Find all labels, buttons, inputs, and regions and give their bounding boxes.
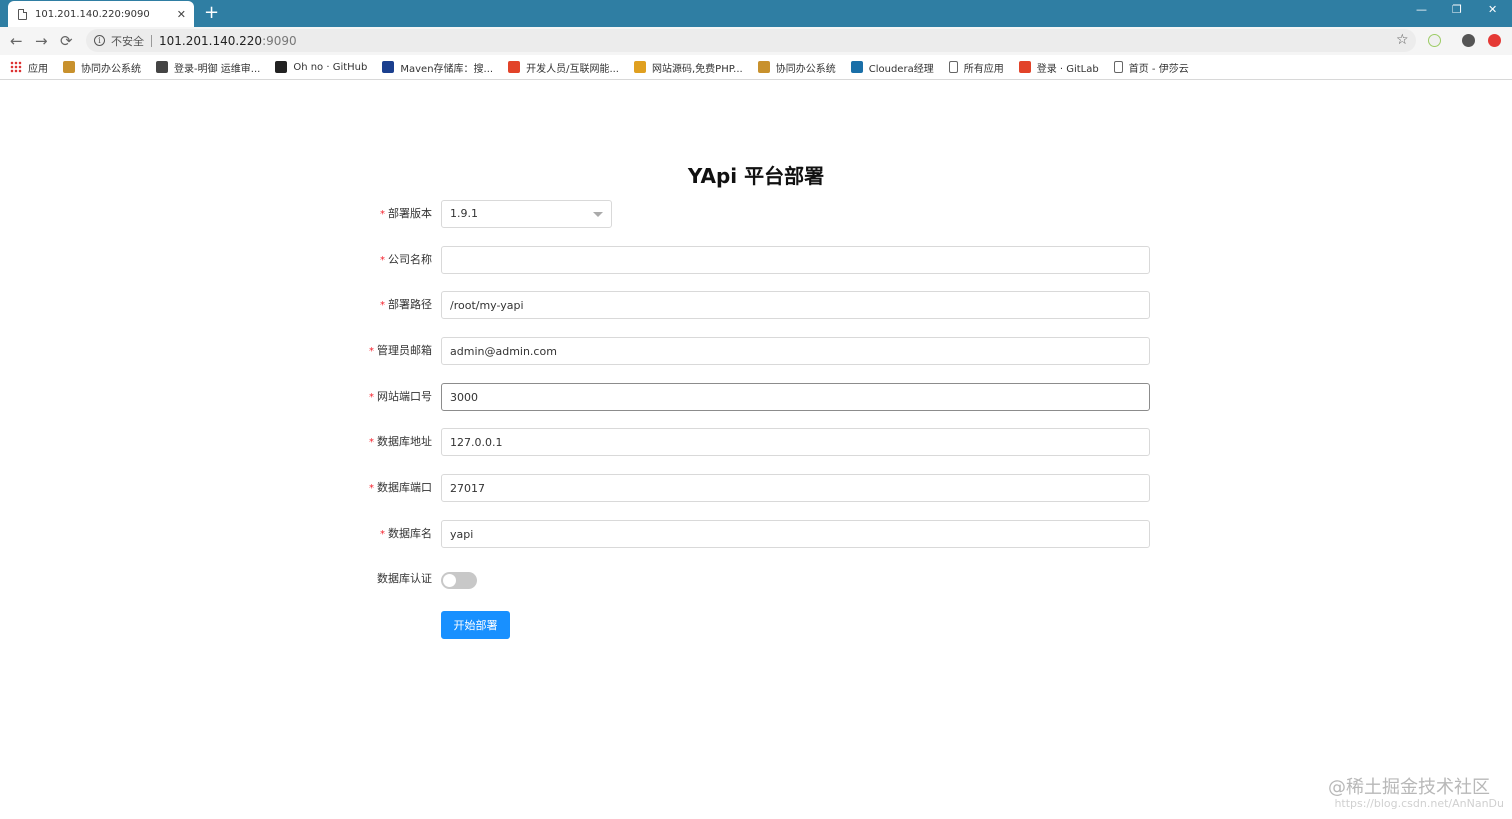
bookmark-item[interactable]: Oh no · GitHub [275,61,367,73]
bookmark-label: Maven存储库：搜... [400,63,494,75]
db-name-input[interactable] [441,520,1150,548]
form-row-version: * 部署版本 1.9.1 [0,200,1512,230]
bookmark-label: 首页 - 伊莎云 [1128,63,1189,75]
insecure-label: 不安全 [111,34,144,48]
bookmark-label: 所有应用 [963,63,1004,75]
bookmark-item[interactable]: 登录-明御 运维审... [156,60,260,75]
form-row-site-port: * 网站端口号 [0,383,1512,413]
form-row-path: * 部署路径 [0,291,1512,321]
watermark-url: https://blog.csdn.net/AnNanDu [1334,797,1504,810]
tab-close-icon[interactable]: ✕ [177,8,186,21]
browser-tab[interactable]: 101.201.140.220:9090 ✕ [8,1,194,27]
db-auth-toggle[interactable] [441,572,477,589]
chevron-down-icon [593,212,603,217]
cloudera-icon [850,61,863,73]
browser-tab-bar: 101.201.140.220:9090 ✕ + — ❐ ✕ [0,0,1512,27]
bookmark-item[interactable]: Maven存储库：搜... [382,60,493,75]
version-select[interactable]: 1.9.1 [441,200,612,228]
bookmark-item[interactable]: 协同办公系统 [757,60,836,75]
db-host-input[interactable] [441,428,1150,456]
form-row-db-name: * 数据库名 [0,520,1512,550]
start-deploy-button[interactable]: 开始部署 [441,611,510,639]
apps-grid-icon [10,61,22,73]
maven-icon [382,61,395,73]
admin-email-input[interactable] [441,337,1150,365]
minimize-button[interactable]: — [1416,3,1427,16]
info-icon[interactable]: i [94,35,105,46]
divider [151,34,152,47]
bookmark-label: 协同办公系统 [81,63,141,75]
bookmark-label: 登录-明御 运维审... [174,63,261,75]
path-input[interactable] [441,291,1150,319]
page-icon [948,61,958,73]
gitlab-icon [508,61,521,73]
window-close-button[interactable]: ✕ [1488,3,1497,16]
bookmark-label: 协同办公系统 [775,63,836,75]
db-port-input[interactable] [441,474,1150,502]
adblock-extension-icon[interactable] [1488,34,1501,47]
url-port: :9090 [262,33,297,48]
form-row-db-auth: 数据库认证 [0,565,1512,595]
page-icon [18,8,27,20]
extension-icon[interactable] [1428,34,1441,47]
bookmark-item[interactable]: 首页 - 伊莎云 [1113,60,1189,75]
site-port-input[interactable] [441,383,1150,411]
page-icon [1113,61,1123,73]
bookmark-item[interactable]: 应用 [10,60,48,75]
bookmark-item[interactable]: 所有应用 [948,60,1004,75]
form-row-company: * 公司名称 [0,246,1512,276]
bookmark-star-icon[interactable]: ☆ [1396,32,1409,48]
watermark: @稀土掘金技术社区 [1328,777,1490,798]
db-name-label: * 数据库名 [380,527,432,540]
gitlab-icon [1018,61,1031,73]
toggle-knob [443,574,456,587]
db-port-label: * 数据库端口 [369,481,432,494]
bookmark-label: Oh no · GitHub [293,61,368,73]
address-bar[interactable]: i 不安全 101.201.140.220 :9090 [86,29,1416,52]
reload-button[interactable]: ⟳ [60,32,73,50]
back-button[interactable]: ← [10,32,23,50]
bookmark-item[interactable]: 网站源码,免费PHP... [633,60,743,75]
form-row-db-port: * 数据库端口 [0,474,1512,504]
version-value: 1.9.1 [450,207,478,220]
bookmark-label: 登录 · GitLab [1036,63,1099,75]
page-title: YApi 平台部署 [687,164,825,188]
kingdee-icon [63,61,75,73]
kingdee-icon [757,61,770,73]
php-site-icon [633,61,646,73]
bookmark-label: 应用 [28,63,48,75]
github-icon [275,61,288,73]
forward-button[interactable]: → [35,32,48,50]
browser-toolbar: ← → ⟳ i 不安全 101.201.140.220 :9090 ☆ [0,27,1512,55]
company-label: * 公司名称 [380,253,432,266]
bookmark-label: 开发人员/互联网能... [526,63,619,75]
path-label: * 部署路径 [380,298,432,311]
form-row-db-host: * 数据库地址 [0,428,1512,458]
new-tab-button[interactable]: + [204,3,219,23]
bookmark-item[interactable]: 协同办公系统 [63,60,141,75]
bookmark-label: 网站源码,免费PHP... [651,63,743,75]
db-host-label: * 数据库地址 [369,435,432,448]
restore-button[interactable]: ❐ [1452,3,1462,16]
company-input[interactable] [441,246,1150,274]
site-port-label: * 网站端口号 [369,390,432,403]
profile-icon[interactable] [1462,34,1475,47]
url-host: 101.201.140.220 [159,33,263,48]
bookmark-label: Cloudera经理 [868,63,934,75]
form-row-admin-email: * 管理员邮箱 [0,337,1512,367]
bookmark-item[interactable]: 登录 · GitLab [1018,60,1099,75]
admin-email-label: * 管理员邮箱 [369,344,432,357]
bookmark-item[interactable]: Cloudera经理 [850,60,934,75]
shield-icon [156,61,168,73]
version-label: * 部署版本 [380,207,432,220]
db-auth-label: 数据库认证 [377,572,432,585]
bookmarks-bar: 应用 协同办公系统 登录-明御 运维审... Oh no · GitHub Maven存… [0,55,1512,80]
tab-title: 101.201.140.220:9090 [35,8,150,20]
bookmark-item[interactable]: 开发人员/互联网能... [508,60,619,75]
